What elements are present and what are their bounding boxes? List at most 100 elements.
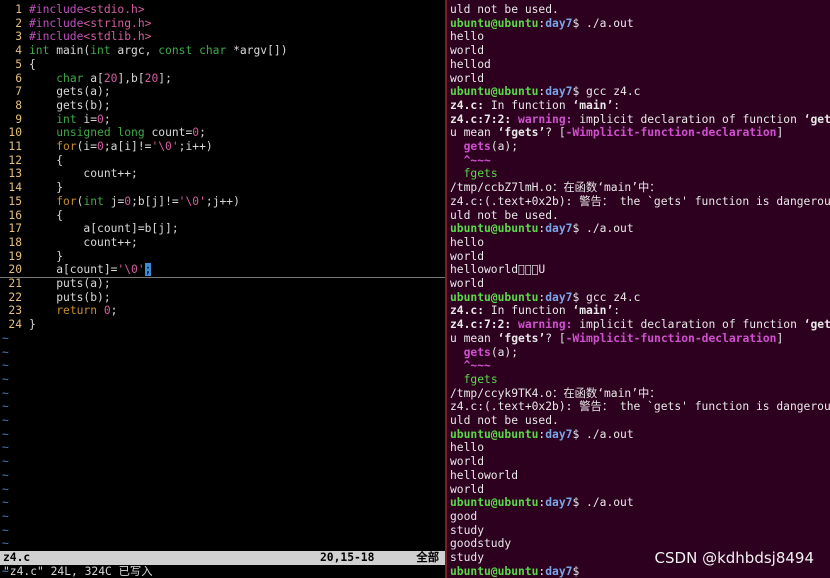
code-text: }: [29, 181, 64, 195]
code-line[interactable]: 10 unsigned long count=0;: [0, 126, 445, 140]
terminal-line: goodstudy: [450, 537, 512, 551]
terminal-line: ^~~~: [463, 359, 491, 373]
terminal-line: ubuntu@ubuntu:day7$ ./a.out: [450, 496, 634, 510]
line-number: 22: [8, 290, 22, 304]
code-line[interactable]: 19 }: [0, 250, 445, 264]
code-line[interactable]: 5{: [0, 58, 445, 72]
line-number: 17: [8, 222, 22, 236]
code-line[interactable]: 17 a[count]=b[j];: [0, 222, 445, 236]
terminal-line: helloworld  U: [450, 263, 546, 277]
code-text: for(int j=0;b[j]!='\0';j++): [56, 194, 240, 208]
terminal-line: hello: [450, 235, 485, 249]
code-line[interactable]: 16 {: [0, 209, 445, 223]
terminal-line: world: [450, 482, 485, 496]
terminal-line: z4.c:7:2: warning: implicit declaration …: [450, 318, 830, 332]
line-number: 24: [8, 318, 22, 332]
terminal-line: world: [450, 44, 485, 58]
code-text: int i=0;: [56, 112, 111, 126]
status-scroll-indicator: 全部: [416, 551, 439, 564]
line-number: 5: [15, 57, 22, 71]
terminal-line: world: [450, 71, 485, 85]
terminal-line: hello: [450, 441, 485, 455]
code-text: char a[20],b[20];: [56, 71, 172, 85]
empty-line-tilde: ~: [2, 386, 9, 400]
code-line[interactable]: 15 for(int j=0;b[j]!='\0';j++): [0, 195, 445, 209]
code-line[interactable]: 22 puts(b);: [0, 291, 445, 305]
code-line[interactable]: 8 gets(b);: [0, 99, 445, 113]
code-text: for(i=0;a[i]!='\0';i++): [56, 140, 213, 153]
terminal-line: good: [450, 509, 478, 523]
code-line[interactable]: 1 #include<stdio.h>: [0, 3, 445, 17]
code-line[interactable]: 6 char a[20],b[20];: [0, 72, 445, 86]
code-line[interactable]: 13 count++;: [0, 167, 445, 181]
terminal-line: /tmp/ccbZ7lmH.o：在函数‘main’中：: [450, 181, 661, 195]
empty-line-tilde: ~: [2, 468, 9, 482]
terminal-line: helloworld: [450, 468, 519, 482]
terminal-line: z4.c: In function ‘main’:: [450, 304, 621, 318]
code-line[interactable]: 21 puts(a);: [0, 277, 445, 291]
empty-line-tilde: ~: [2, 400, 9, 414]
line-number: 18: [8, 235, 22, 249]
code-text: {: [29, 208, 64, 222]
code-text: }: [29, 318, 36, 332]
terminal-line: uld not be used.: [450, 208, 559, 222]
code-text: int main(int argc, const char *argv[]): [29, 44, 288, 58]
line-number: 1: [15, 3, 22, 16]
code-line[interactable]: 14 }: [0, 181, 445, 195]
empty-line-tilde: ~: [2, 345, 9, 359]
code-line[interactable]: 2 #include<string.h>: [0, 17, 445, 31]
line-number: 14: [8, 181, 22, 195]
line-number: 2: [15, 16, 22, 30]
code-line[interactable]: 11 for(i=0;a[i]!='\0';i++): [0, 140, 445, 154]
code-line[interactable]: 24}: [0, 318, 445, 332]
code-text: {: [29, 57, 36, 71]
code-text: unsigned long count=0;: [56, 126, 206, 140]
code-text: #include<stdio.h>: [29, 3, 145, 16]
empty-line-tilde: ~: [2, 331, 9, 345]
code-text: gets(a);: [29, 85, 111, 99]
line-number: 6: [15, 71, 22, 85]
terminal-line: ubuntu@ubuntu:day7$ gcc z4.c: [450, 290, 641, 304]
code-text: }: [29, 249, 64, 263]
code-line[interactable]: 18 count++;: [0, 236, 445, 250]
empty-line-tilde: ~: [2, 359, 9, 373]
empty-line-tilde: ~: [2, 482, 9, 496]
line-number: 13: [8, 167, 22, 181]
line-number: 11: [8, 140, 22, 153]
line-number: 15: [8, 194, 22, 208]
line-number: 16: [8, 208, 22, 222]
code-text: count++;: [29, 235, 138, 249]
terminal-line: study: [450, 523, 485, 537]
terminal-line: hellod: [450, 57, 491, 71]
code-line[interactable]: 9 int i=0;: [0, 113, 445, 127]
terminal-line: z4.c:7:2: warning: implicit declaration …: [450, 112, 830, 126]
terminal-line: world: [450, 249, 485, 263]
empty-line-tilde: ~: [2, 414, 9, 427]
line-number: 21: [8, 277, 22, 290]
line-number: 20: [8, 263, 22, 277]
terminal-line: hello: [450, 30, 485, 44]
line-number: 19: [8, 249, 22, 263]
terminal-line: u mean ‘fgets’? [-Wimplicit-function-dec…: [450, 331, 784, 345]
code-line[interactable]: 12 {: [0, 154, 445, 168]
empty-line-tilde: ~: [2, 537, 9, 551]
watermark: CSDN @kdhbdsj8494: [654, 549, 814, 567]
line-number: 4: [15, 44, 22, 58]
code-line[interactable]: 20 a[count]='\0';: [0, 263, 445, 278]
code-line[interactable]: 7 gets(a);: [0, 85, 445, 99]
empty-line-tilde: ~: [2, 496, 9, 510]
vim-editor-pane[interactable]: 1 #include<stdio.h> 2 #include<string.h> 3 #i…: [0, 0, 445, 578]
code-text: #include<stdlib.h>: [29, 30, 152, 44]
code-line[interactable]: 3 #include<stdlib.h>: [0, 30, 445, 44]
terminal-line: uld not be used.: [450, 3, 559, 16]
code-text: puts(b);: [29, 290, 111, 304]
line-number: 3: [15, 30, 22, 44]
vim-status-bar: z4.c 20,15-18 全部: [0, 551, 445, 565]
status-cursor-position: 20,15-18: [320, 551, 375, 564]
terminal-pane[interactable]: uld not be used. ubuntu@ubuntu:day7$ ./a.…: [447, 0, 830, 578]
terminal-line: z4.c: In function ‘main’:: [450, 98, 621, 112]
terminal-line: u mean ‘fgets’? [-Wimplicit-function-dec…: [450, 126, 784, 140]
code-text: a[count]=b[j];: [29, 222, 179, 236]
code-line[interactable]: 4 int main(int argc, const char *argv[]): [0, 44, 445, 58]
code-line[interactable]: 23 return 0;: [0, 304, 445, 318]
